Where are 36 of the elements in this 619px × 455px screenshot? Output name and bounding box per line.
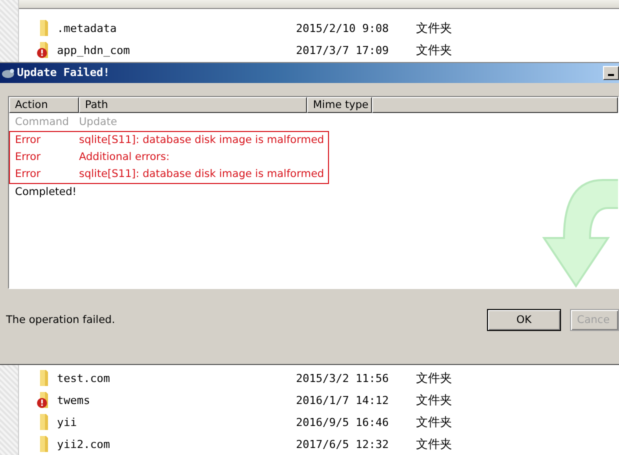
file-type: 文件夹 <box>416 42 452 58</box>
column-header[interactable]: Path <box>79 96 307 113</box>
navigation-pane-edge <box>0 0 19 62</box>
log-path: Additional errors: <box>79 151 170 164</box>
log-path: sqlite[S11]: database disk image is malformed <box>79 134 324 146</box>
file-type: 文件夹 <box>416 370 452 386</box>
modified-date: 2016/1/7 14:12 <box>296 394 390 406</box>
file-name[interactable]: .metadata <box>57 22 296 34</box>
minimize-button[interactable] <box>603 66 619 80</box>
log-path: Update <box>79 116 118 128</box>
file-name[interactable]: app_hdn_com <box>57 44 296 56</box>
modified-date: 2016/9/5 16:46 <box>296 416 390 428</box>
modified-date: 2015/3/2 11:56 <box>296 372 390 384</box>
log-action: Command <box>14 116 70 128</box>
log-action: Completed! <box>14 186 78 198</box>
column-header[interactable]: Action <box>9 96 79 113</box>
file-type: 文件夹 <box>416 392 452 408</box>
window-title: Update Failed! <box>17 66 111 80</box>
log-action: Error <box>14 134 42 146</box>
file-name[interactable]: twems <box>57 394 296 406</box>
column-header[interactable]: Mime type <box>307 96 372 113</box>
dialog-button[interactable]: OK <box>487 309 561 332</box>
file-name[interactable]: test.com <box>57 372 296 384</box>
log-action: Error <box>14 168 42 180</box>
status-message: The operation failed. <box>6 314 116 326</box>
modified-date: 2015/2/10 9:08 <box>296 22 390 34</box>
modified-date: 2017/6/5 12:32 <box>296 438 390 450</box>
log-path: sqlite[S11]: database disk image is malformed <box>79 168 324 180</box>
file-type: 文件夹 <box>416 20 452 36</box>
file-type: 文件夹 <box>416 436 452 452</box>
file-type: 文件夹 <box>416 414 452 430</box>
modified-date: 2017/3/7 17:09 <box>296 44 390 56</box>
log-action: Error <box>14 151 42 164</box>
file-name[interactable]: yii2.com <box>57 438 296 450</box>
app-icon <box>1 66 15 79</box>
file-name[interactable]: yii <box>57 416 296 428</box>
